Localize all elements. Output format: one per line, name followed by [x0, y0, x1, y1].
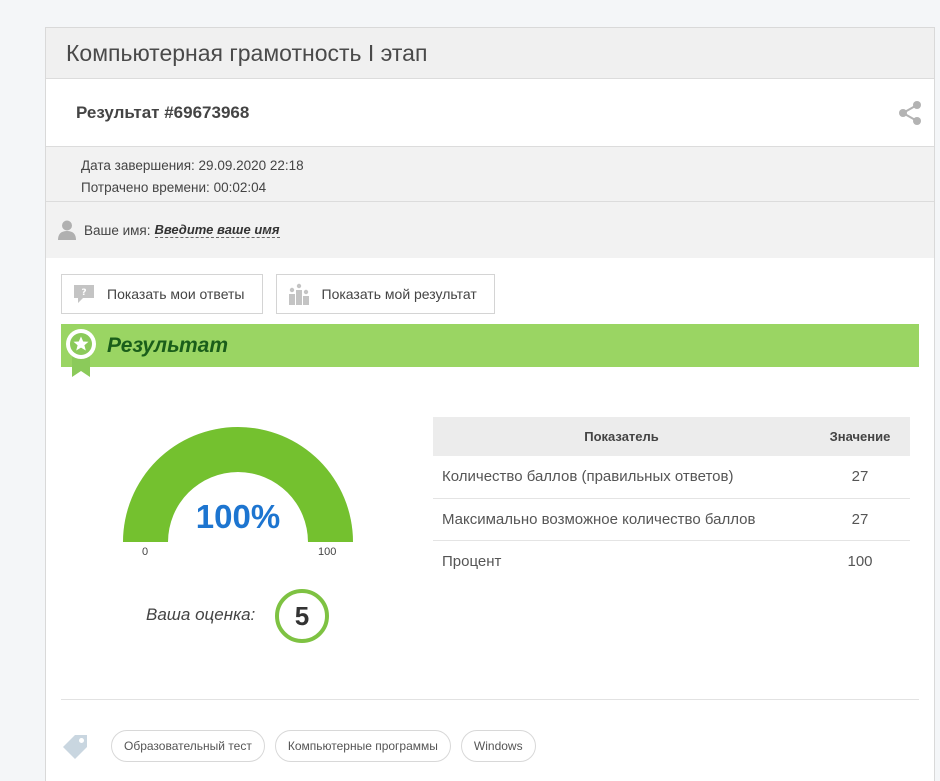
result-card: Компьютерная грамотность I этап Результа…	[45, 27, 935, 781]
show-result-label: Показать мой результат	[321, 286, 477, 302]
test-title: Компьютерная грамотность I этап	[66, 39, 428, 66]
show-answers-button[interactable]: ? Показать мои ответы	[61, 274, 263, 314]
name-row: Ваше имя: Введите ваше имя	[46, 202, 934, 258]
stats-row-value: 27	[810, 456, 910, 499]
gauge-max-label: 100	[318, 546, 337, 558]
stats-row-label: Количество баллов (правильных ответов)	[433, 456, 810, 499]
spent-row: Потрачено времени: 00:02:04	[81, 177, 934, 199]
grade-label: Ваша оценка:	[146, 605, 256, 624]
stats-row-label: Максимально возможное количество баллов	[433, 498, 810, 541]
gauge-percent: 100%	[195, 498, 281, 535]
spent-label: Потрачено времени:	[81, 180, 210, 195]
divider	[61, 699, 919, 700]
stats-row-value: 100	[847, 552, 873, 570]
table-row: Максимально возможное количество баллов …	[433, 498, 910, 541]
stats-header-indicator: Показатель	[433, 417, 810, 456]
tag-icon	[63, 735, 87, 759]
stats-row-value: 27	[810, 498, 910, 541]
banner-title: Результат	[107, 334, 229, 357]
result-meta: Дата завершения: 29.09.2020 22:18 Потрач…	[46, 147, 934, 202]
tags-row: Образовательный тест Компьютерные програ…	[61, 730, 536, 762]
tag-chip[interactable]: Образовательный тест	[111, 730, 265, 762]
stats-header-row: Показатель Значение	[433, 417, 910, 456]
grade-badge: 5	[275, 589, 329, 643]
result-banner: Результат	[61, 324, 919, 377]
stats-row-label: Процент	[442, 552, 502, 570]
medal-icon	[66, 329, 96, 377]
share-icon[interactable]	[898, 100, 922, 126]
svg-text:?: ?	[81, 288, 86, 298]
finished-label: Дата завершения:	[81, 158, 195, 173]
name-input[interactable]: Введите ваше имя	[154, 222, 280, 238]
result-header: Результат #69673968	[46, 79, 934, 147]
stats-header-value: Значение	[810, 417, 910, 456]
question-bubble-icon: ?	[74, 285, 94, 303]
gauge-min-label: 0	[142, 546, 149, 558]
action-buttons: ? Показать мои ответы Показать мой резул…	[61, 274, 495, 314]
spent-value: 00:02:04	[213, 180, 267, 195]
score-gauge	[123, 427, 353, 542]
finished-value: 29.09.2020 22:18	[198, 158, 304, 173]
tag-chip[interactable]: Windows	[460, 730, 536, 762]
name-label: Ваше имя:	[84, 222, 151, 238]
user-icon	[58, 220, 76, 240]
test-header: Компьютерная грамотность I этап	[46, 28, 934, 79]
podium-icon	[288, 283, 309, 305]
finished-row: Дата завершения: 29.09.2020 22:18	[81, 155, 934, 177]
result-title: Результат #69673968	[76, 102, 250, 122]
table-row: Процент 100	[433, 540, 910, 582]
show-answers-label: Показать мои ответы	[107, 286, 245, 302]
table-row: Количество баллов (правильных ответов) 2…	[433, 456, 910, 499]
stats-table: Показатель Значение Количество баллов (п…	[433, 417, 910, 582]
tag-chip[interactable]: Компьютерные программы	[274, 730, 451, 762]
show-result-button[interactable]: Показать мой результат	[275, 274, 495, 314]
